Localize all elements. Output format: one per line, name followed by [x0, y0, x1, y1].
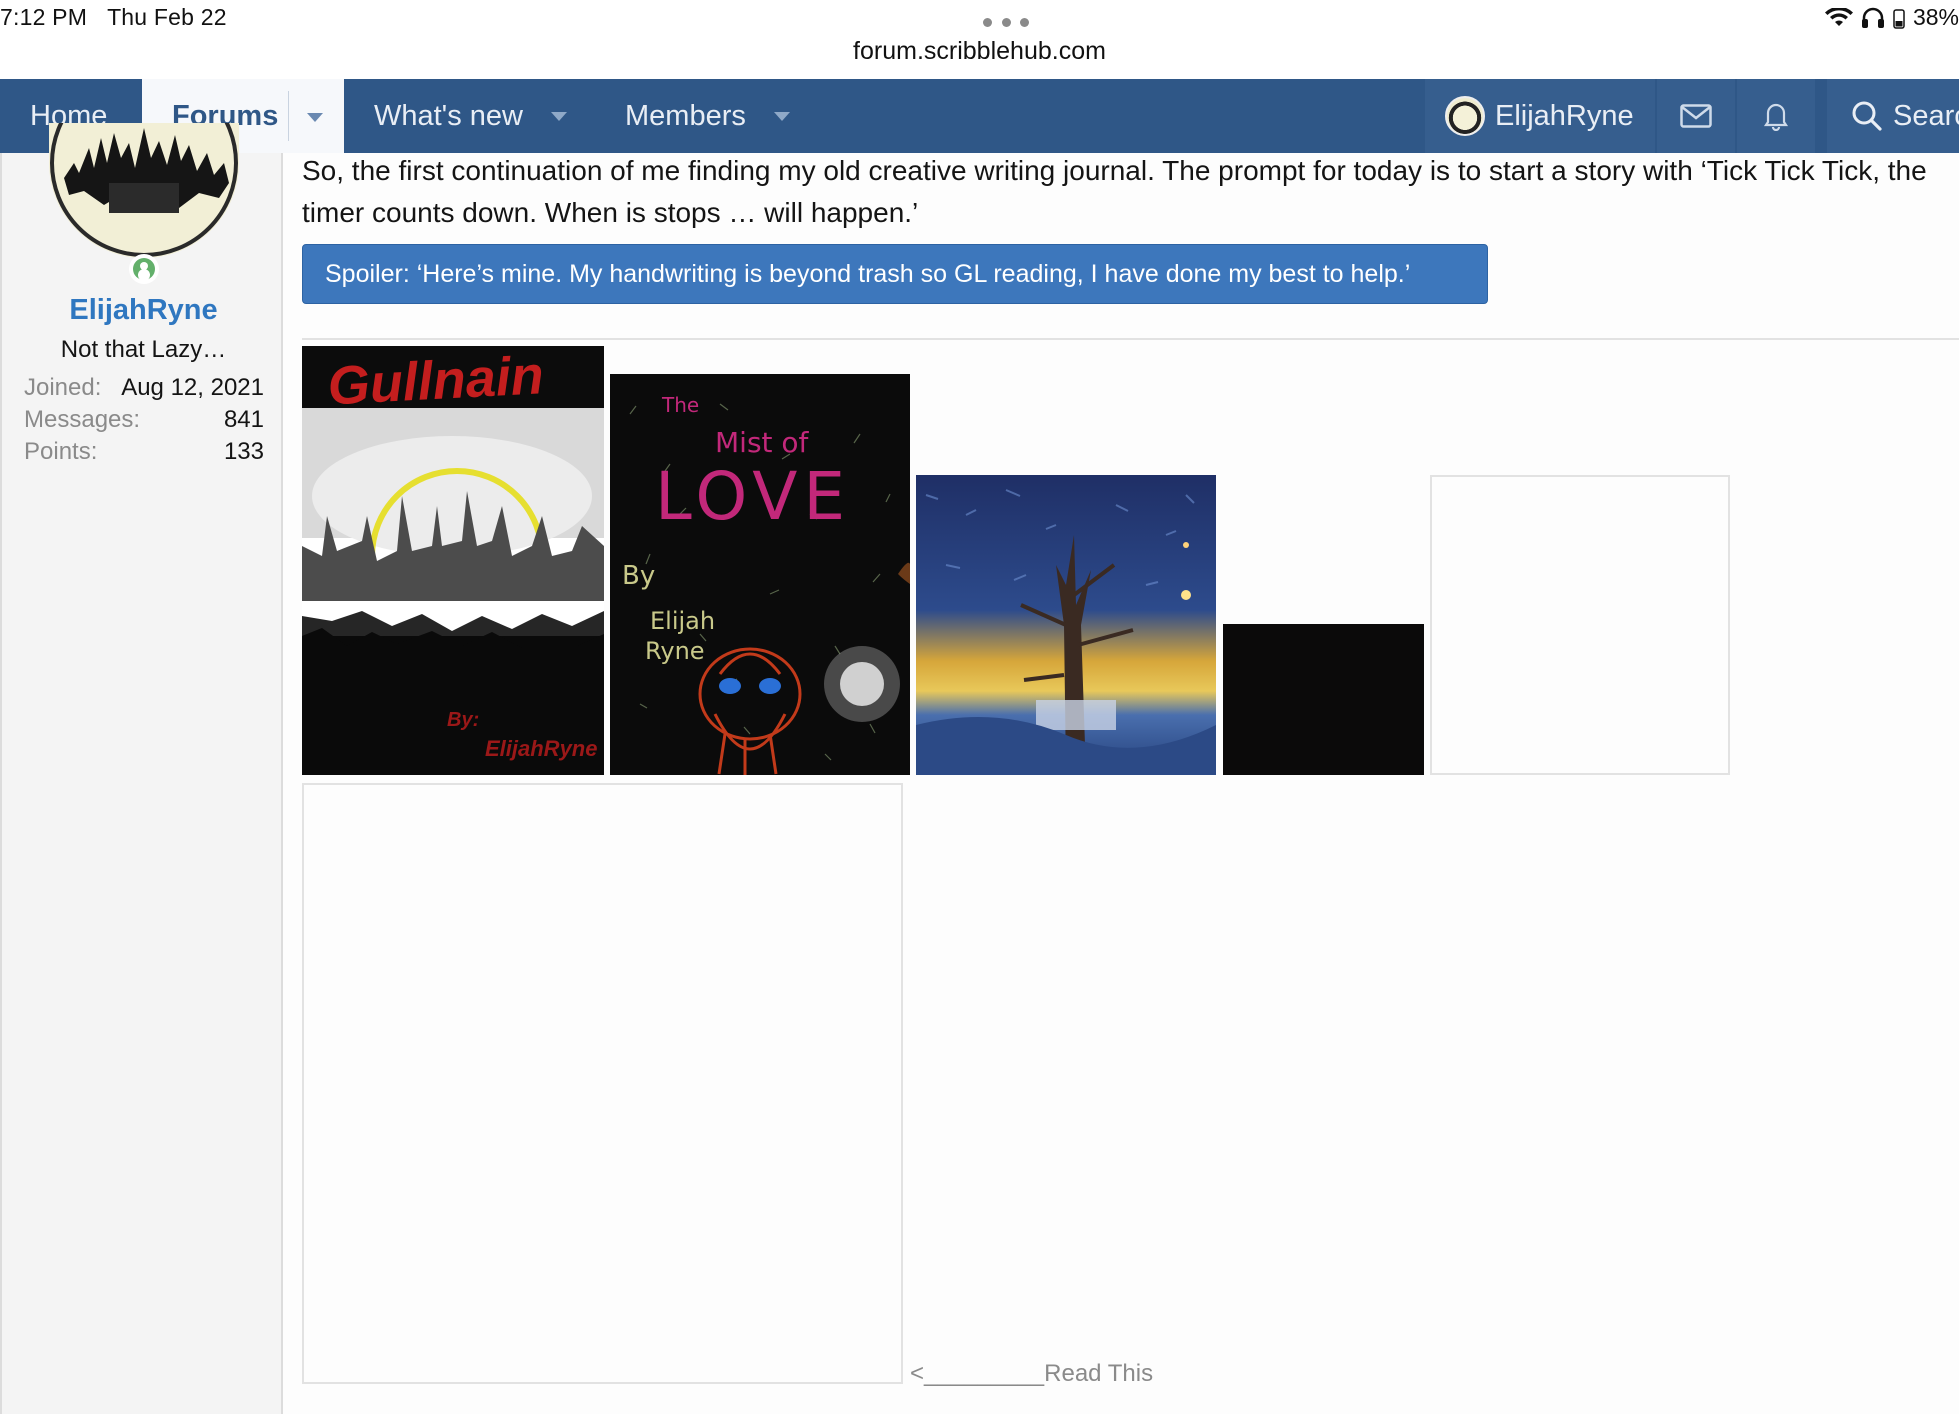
status-bar: 7:12 PM Thu Feb 22 forum.scribblehub.com … [0, 0, 1959, 79]
stat-value: 841 [223, 406, 264, 433]
stat-value: Aug 12, 2021 [121, 374, 264, 401]
nav-members-label: Members [625, 99, 746, 132]
mist-author-first: Elijah [650, 607, 715, 635]
spoiler-button[interactable]: Spoiler: ‘Here’s mine. My handwriting is… [302, 244, 1488, 304]
nav-members[interactable]: Members [625, 79, 790, 153]
stat-messages: Messages: 841 [24, 406, 264, 434]
mist-by: By [622, 561, 655, 591]
status-time: 7:12 PM Thu Feb 22 [0, 4, 227, 31]
mist-love: LOVE [655, 458, 851, 535]
battery-icon [1893, 8, 1905, 29]
stat-label: Messages: [24, 406, 141, 433]
envelope-icon [1680, 104, 1712, 128]
stat-label: Joined: [24, 374, 102, 401]
gullnain-author: ElijahRyne [485, 736, 597, 761]
image-mist-of-love[interactable]: The Mist of LOVE By Elijah Ryne [610, 374, 910, 775]
multitask-dots-icon[interactable] [983, 18, 1029, 28]
divider [302, 338, 1959, 340]
bell-icon [1763, 103, 1789, 131]
nav-whats-new[interactable]: What's new [374, 79, 567, 153]
nav-whats-new-label: What's new [374, 99, 523, 132]
battery-percent: 38% [1912, 4, 1959, 30]
image-blank[interactable] [1430, 475, 1730, 775]
stat-joined: Joined: Aug 12, 2021 [24, 374, 264, 402]
headphones-icon [1861, 7, 1884, 28]
time-text: 7:12 PM [0, 4, 88, 30]
wifi-icon [1824, 7, 1853, 26]
avatar[interactable] [49, 123, 239, 258]
mist-of: Mist of [715, 426, 810, 459]
mist-author-last: Ryne [645, 637, 705, 665]
inbox-button[interactable] [1657, 79, 1735, 153]
date-text: Thu Feb 22 [107, 4, 227, 30]
nav-username: ElijahRyne [1495, 99, 1634, 132]
image-night-painting[interactable] [916, 475, 1216, 775]
image-blank-large[interactable] [302, 783, 903, 1384]
online-status-icon [129, 254, 159, 284]
nav-divider [288, 91, 289, 141]
alerts-button[interactable] [1737, 79, 1815, 153]
sidebar-username[interactable]: ElijahRyne [2, 294, 285, 327]
image-dark[interactable] [1223, 624, 1424, 775]
gullnain-by: By: [447, 709, 479, 731]
search-icon [1852, 101, 1882, 131]
post-body: So, the first continuation of me finding… [302, 155, 1927, 228]
chevron-down-icon[interactable] [773, 111, 790, 121]
avatar [1445, 96, 1485, 136]
user-title: Not that Lazy… [60, 336, 227, 363]
status-icons: 38% [1824, 4, 1959, 31]
mist-the: The [661, 393, 699, 417]
image-gullnain-cover[interactable]: Gullnain By: ElijahRyne [302, 346, 604, 775]
stat-points: Points: 133 [24, 438, 264, 466]
address-bar[interactable]: forum.scribblehub.com [0, 37, 1959, 66]
nav-user-menu[interactable]: ElijahRyne [1425, 79, 1655, 153]
read-this-note: <_________Read This [910, 1360, 1154, 1387]
gullnain-title: Gullnain [326, 346, 545, 416]
chevron-down-icon[interactable] [550, 111, 567, 121]
nav-bar: Home Forums What's new Members ElijahRyn… [0, 79, 1959, 153]
stat-label: Points: [24, 438, 98, 465]
stat-value: 133 [223, 438, 264, 465]
search-button[interactable]: Search [1827, 79, 1959, 153]
user-sidebar: ElijahRyne Not that Lazy… Joined: Aug 12… [0, 123, 285, 1414]
chevron-down-icon[interactable] [307, 113, 323, 122]
search-label: Search [1893, 99, 1959, 132]
